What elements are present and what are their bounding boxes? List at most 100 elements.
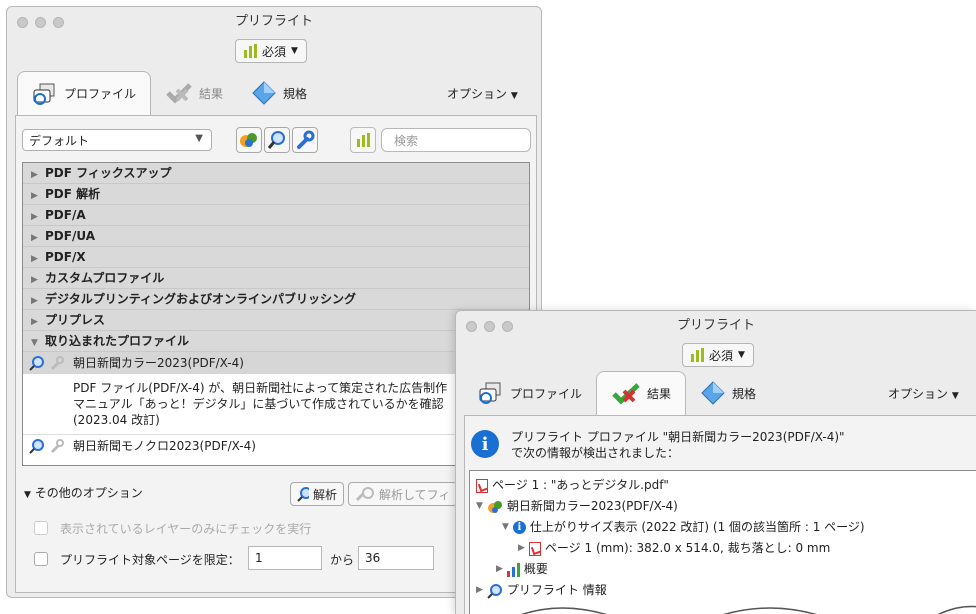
analyze-profiles-button[interactable] <box>264 127 290 153</box>
tree-row-profile[interactable]: ▼ 朝日新聞カラー2023(PDF/X-4) <box>476 496 976 517</box>
disclosure-down-icon: ▼ <box>476 501 483 511</box>
close-window-button[interactable] <box>17 17 28 28</box>
group-row[interactable]: ▶ デジタルプリンティングおよびオンラインパブリッシング <box>23 289 529 310</box>
disclosure-right-icon: ▶ <box>31 191 38 201</box>
disclosure-down-icon: ▼ <box>24 490 31 500</box>
limit-pages-checkbox[interactable] <box>34 552 48 566</box>
summary-line: で次の情報が検出されました： <box>511 446 680 460</box>
mode-label: 必須 <box>709 348 734 363</box>
decorative-arcs <box>521 605 976 614</box>
profile-icon <box>479 382 501 404</box>
group-label: PDF/UA <box>45 229 95 243</box>
group-row[interactable]: ▶ PDF 解析 <box>23 184 529 205</box>
magnifier-icon <box>297 487 309 502</box>
library-select[interactable]: デフォルト ▼ <box>22 129 212 151</box>
chevron-down-icon: ▼ <box>510 91 518 101</box>
profile-row[interactable]: 朝日新聞カラー2023(PDF/X-4) 編集 <box>23 352 529 374</box>
mode-dropdown[interactable]: 必須 ▼ <box>235 39 307 63</box>
options-label: オプション <box>888 387 949 401</box>
group-row-expanded[interactable]: ▼ 取り込まれたプロファイル <box>23 331 529 352</box>
disclosure-right-icon: ▶ <box>31 170 38 180</box>
minimize-window-button[interactable] <box>484 321 495 332</box>
info-icon: i <box>512 521 526 534</box>
tab-bar: プロファイル 結果 規格 <box>17 71 321 115</box>
group-row[interactable]: ▶ PDF/UA <box>23 226 529 247</box>
disclosure-right-icon: ▶ <box>518 543 525 553</box>
tree-row-info[interactable]: ▶ プリフライト 情報 <box>476 580 976 601</box>
chevron-down-icon: ▼ <box>291 46 298 56</box>
show-all-profiles-button[interactable] <box>236 127 262 153</box>
options-menu[interactable]: オプション ▼ <box>888 385 959 402</box>
analyze-and-fix-button[interactable]: 解析してフィ <box>348 482 458 506</box>
close-window-button[interactable] <box>466 321 477 332</box>
profile-name: 朝日新聞モノクロ2023(PDF/X-4) <box>73 439 256 453</box>
tree-label: 仕上がりサイズ表示 (2022 改訂) (1 個の該当箇所 : 1 ページ) <box>529 520 865 534</box>
profile-type-icons <box>29 355 65 371</box>
disclosure-right-icon: ▶ <box>476 585 483 595</box>
wrench-icon <box>50 439 64 454</box>
profile-type-icons <box>29 438 65 454</box>
profile-row[interactable]: 朝日新聞モノクロ2023(PDF/X-4) <box>23 435 529 457</box>
title-bar[interactable]: プリフライト <box>456 311 976 345</box>
options-menu[interactable]: オプション ▼ <box>447 85 518 102</box>
analyze-label: 解析 <box>312 487 337 502</box>
wrench-icon <box>297 130 315 149</box>
layers-checkbox[interactable] <box>34 521 48 535</box>
tab-standards[interactable]: 規格 <box>237 71 321 115</box>
tab-standards[interactable]: 規格 <box>686 371 770 415</box>
tab-bar: プロファイル 結果 規格 <box>464 371 770 415</box>
diamond-icon <box>701 381 725 405</box>
other-options-toggle[interactable]: ▼ その他のオプション <box>24 484 143 501</box>
description-line: (2023.04 改訂) <box>73 413 160 427</box>
zoom-window-button[interactable] <box>53 17 64 28</box>
magnifier-icon <box>29 439 44 454</box>
group-row[interactable]: ▶ プリプレス <box>23 310 529 331</box>
page-from-field[interactable]: 1 <box>248 546 322 570</box>
fixup-profiles-button[interactable] <box>292 127 318 153</box>
group-row[interactable]: ▶ PDF/A <box>23 205 529 226</box>
magnifier-icon <box>487 583 502 599</box>
disclosure-right-icon: ▶ <box>496 564 503 574</box>
tree-row-overview[interactable]: ▶ 概要 <box>476 559 976 580</box>
profile-name: 朝日新聞カラー2023(PDF/X-4) <box>73 356 244 370</box>
group-label: プリプレス <box>45 313 106 327</box>
window-title: プリフライト <box>234 14 313 29</box>
tab-results[interactable]: 結果 <box>596 371 687 415</box>
page-to-field[interactable]: 36 <box>358 546 434 570</box>
layers-checkbox-label: 表示されているレイヤーのみにチェックを実行 <box>60 522 312 536</box>
options-label: オプション <box>447 87 508 101</box>
zoom-window-button[interactable] <box>502 321 513 332</box>
summary-line: プリフライト プロファイル "朝日新聞カラー2023(PDF/X-4)" <box>511 430 845 444</box>
disclosure-right-icon: ▶ <box>31 317 38 327</box>
title-bar[interactable]: プリフライト <box>7 7 541 41</box>
pdf-file-icon <box>528 541 541 556</box>
chevron-down-icon: ▼ <box>738 350 745 360</box>
diamond-icon <box>252 81 276 105</box>
profiles-binoculars-icon <box>240 133 257 147</box>
preflight-window-results: プリフライト 必須 ▼ プロファイル 結果 規格 オプション ▼ i プリフライ… <box>455 310 976 614</box>
group-label: PDF 解析 <box>45 187 101 201</box>
group-label: PDF/X <box>45 250 86 264</box>
tree-label: 朝日新聞カラー2023(PDF/X-4) <box>506 499 678 513</box>
tree-row-detail[interactable]: ▶ ページ 1 (mm): 382.0 x 514.0, 裁ち落とし: 0 mm <box>476 538 976 559</box>
mode-dropdown[interactable]: 必須 ▼ <box>682 343 754 367</box>
tree-row-finding[interactable]: ▼ i 仕上がりサイズ表示 (2022 改訂) (1 個の該当箇所 : 1 ペー… <box>476 517 976 538</box>
tab-profile-label: プロファイル <box>64 87 137 101</box>
description-line: PDF ファイル(PDF/X-4) が、朝日新聞社によって策定された広告制作 <box>73 381 448 395</box>
analyze-button[interactable]: 解析 <box>290 482 344 506</box>
tree-row-page[interactable]: ページ 1 : "あっとデジタル.pdf" <box>476 475 976 496</box>
disclosure-down-icon: ▼ <box>31 338 38 348</box>
search-input[interactable]: 検索 <box>381 128 531 152</box>
minimize-window-button[interactable] <box>35 17 46 28</box>
tab-profile[interactable]: プロファイル <box>17 71 152 115</box>
group-row[interactable]: ▶ PDF フィックスアップ <box>23 163 529 184</box>
group-row[interactable]: ▶ PDF/X <box>23 247 529 268</box>
mode-label: 必須 <box>262 44 287 59</box>
group-row[interactable]: ▶ カスタムプロファイル <box>23 268 529 289</box>
tab-profile[interactable]: プロファイル <box>464 371 596 415</box>
essentials-filter-button[interactable] <box>350 127 376 153</box>
group-label: PDF/A <box>45 208 86 222</box>
tree-label: プリフライト 情報 <box>506 583 607 597</box>
tab-results-label: 結果 <box>199 86 224 101</box>
tab-results[interactable]: 結果 <box>151 71 237 115</box>
